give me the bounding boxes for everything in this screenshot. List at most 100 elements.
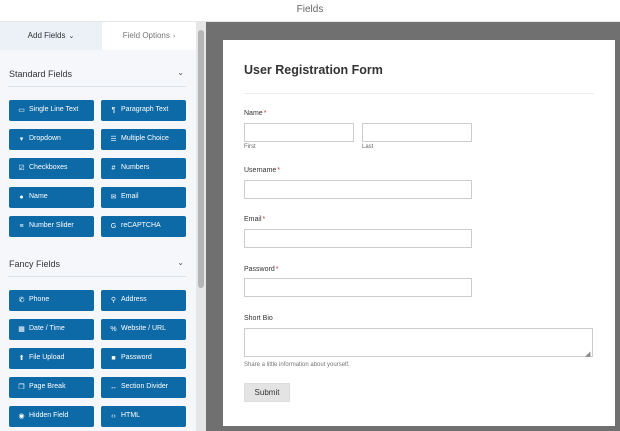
- field-button-email[interactable]: ✉ Email: [101, 187, 186, 208]
- label-text: Username: [244, 167, 277, 174]
- email-input[interactable]: [244, 229, 472, 248]
- field-button-dropdown[interactable]: ▾ Dropdown: [9, 129, 94, 150]
- dropdown-icon: ▾: [19, 136, 24, 143]
- standard-fields-header[interactable]: Standard Fields ⌄: [8, 64, 188, 86]
- password-input[interactable]: [244, 278, 472, 297]
- field-button-address[interactable]: ⚲ Address: [101, 290, 186, 311]
- field-button-label: Hidden Field: [29, 412, 69, 419]
- field-button-label: Phone: [29, 296, 50, 303]
- form-title: User Registration Form: [244, 63, 383, 77]
- paragraph-text-icon: ¶: [111, 107, 116, 114]
- top-bar: Fields: [0, 0, 620, 22]
- name-field-label: Name*: [244, 110, 266, 117]
- recaptcha-icon: G: [110, 223, 117, 230]
- date-time-icon: ▦: [18, 326, 25, 333]
- label-text: Email: [244, 216, 262, 223]
- tab-add-fields[interactable]: Add Fields ⌄: [0, 22, 102, 50]
- field-button-html[interactable]: ‹› HTML: [101, 406, 186, 427]
- field-button-recaptcha[interactable]: GreCAPTCHA: [101, 216, 186, 237]
- field-button-single-line-text[interactable]: ▭ Single Line Text: [9, 100, 94, 121]
- field-button-label: Dropdown: [29, 135, 61, 142]
- label-text: Short Bio: [244, 315, 273, 322]
- chevron-down-icon: ⌄: [177, 68, 184, 77]
- phone-icon: ✆: [18, 297, 25, 304]
- sidebar-scrollbar-thumb[interactable]: [198, 30, 204, 288]
- page-title: Fields: [296, 4, 324, 15]
- field-button-multiple-choice[interactable]: ☰ Multiple Choice: [101, 129, 186, 150]
- field-button-label: Checkboxes: [29, 164, 68, 171]
- bio-textarea[interactable]: [244, 328, 593, 357]
- field-button-label: Website / URL: [121, 325, 166, 332]
- field-button-password[interactable]: ■ Password: [101, 348, 186, 369]
- field-button-label: Numbers: [121, 164, 150, 171]
- field-button-label: HTML: [121, 412, 141, 419]
- field-button-label: reCAPTCHA: [121, 222, 161, 229]
- bio-field-label: Short Bio: [244, 315, 273, 322]
- checkboxes-icon: ☑: [18, 165, 25, 172]
- field-button-website-url[interactable]: % Website / URL: [101, 319, 186, 340]
- file-upload-icon: ⬆: [18, 355, 25, 362]
- field-button-label: Section Divider: [121, 383, 169, 390]
- field-button-page-break[interactable]: ❐ Page Break: [9, 377, 94, 398]
- field-button-phone[interactable]: ✆ Phone: [9, 290, 94, 311]
- section-divider: [8, 86, 186, 87]
- field-button-hidden-field[interactable]: ◉ Hidden Field: [9, 406, 94, 427]
- address-icon: ⚲: [110, 297, 117, 304]
- submit-button[interactable]: Submit: [244, 383, 290, 402]
- first-name-input[interactable]: [244, 123, 354, 142]
- chevron-right-icon: ›: [172, 33, 176, 40]
- required-mark: *: [277, 167, 281, 174]
- field-button-label: Page Break: [29, 383, 66, 390]
- field-button-file-upload[interactable]: ⬆ File Upload: [9, 348, 94, 369]
- number-slider-icon: ≡: [19, 223, 24, 230]
- required-mark: *: [262, 216, 266, 223]
- section-title: Fancy Fields: [9, 259, 61, 269]
- required-mark: *: [263, 110, 267, 117]
- fields-sidebar: Add Fields ⌄ Field Options › Standard Fiel…: [0, 22, 196, 431]
- password-icon: ■: [111, 355, 116, 362]
- chevron-down-icon: ⌄: [177, 258, 184, 267]
- tab-add-fields-label: Add Fields: [27, 31, 66, 40]
- field-button-section-divider[interactable]: ↔ Section Divider: [101, 377, 186, 398]
- label-text: Password: [244, 266, 275, 273]
- field-button-checkboxes[interactable]: ☑ Checkboxes: [9, 158, 94, 179]
- field-button-paragraph-text[interactable]: ¶ Paragraph Text: [101, 100, 186, 121]
- hidden-field-icon: ◉: [18, 413, 25, 420]
- html-icon: ‹›: [111, 413, 116, 420]
- field-button-label: Date / Time: [29, 325, 65, 332]
- page-break-icon: ❐: [18, 384, 25, 391]
- field-button-label: Name: [29, 193, 48, 200]
- sidebar-tabs: Add Fields ⌄ Field Options ›: [0, 22, 196, 50]
- section-divider-icon: ↔: [110, 384, 117, 391]
- username-field-label: Username*: [244, 167, 280, 174]
- tab-field-options[interactable]: Field Options ›: [102, 22, 196, 50]
- field-button-numbers[interactable]: # Numbers: [101, 158, 186, 179]
- first-sublabel: First: [244, 144, 256, 150]
- numbers-icon: #: [111, 165, 116, 172]
- field-button-number-slider[interactable]: ≡ Number Slider: [9, 216, 94, 237]
- field-button-label: Email: [121, 193, 139, 200]
- username-input[interactable]: [244, 180, 472, 199]
- field-button-label: Number Slider: [29, 222, 74, 229]
- chevron-down-icon: ⌄: [68, 33, 75, 40]
- password-field-label: Password*: [244, 266, 278, 273]
- field-button-label: File Upload: [29, 354, 65, 361]
- last-name-input[interactable]: [362, 123, 472, 142]
- field-button-label: Password: [121, 354, 152, 361]
- single-line-text-icon: ▭: [18, 107, 25, 114]
- field-button-label: Paragraph Text: [121, 106, 169, 113]
- resize-handle-icon[interactable]: ◢: [585, 350, 590, 358]
- field-button-label: Single Line Text: [29, 106, 79, 113]
- field-button-name[interactable]: ● Name: [9, 187, 94, 208]
- section-title: Standard Fields: [9, 69, 73, 79]
- name-icon: ●: [19, 194, 24, 201]
- label-text: Name: [244, 110, 263, 117]
- fancy-fields-header[interactable]: Fancy Fields ⌄: [8, 254, 188, 276]
- last-sublabel: Last: [362, 144, 374, 150]
- multiple-choice-icon: ☰: [110, 136, 117, 143]
- tab-field-options-label: Field Options: [122, 31, 170, 40]
- title-divider: [244, 93, 594, 94]
- bio-description: Share a little information about yoursel…: [244, 362, 350, 368]
- field-button-date-time[interactable]: ▦ Date / Time: [9, 319, 94, 340]
- website-url-icon: %: [110, 326, 117, 333]
